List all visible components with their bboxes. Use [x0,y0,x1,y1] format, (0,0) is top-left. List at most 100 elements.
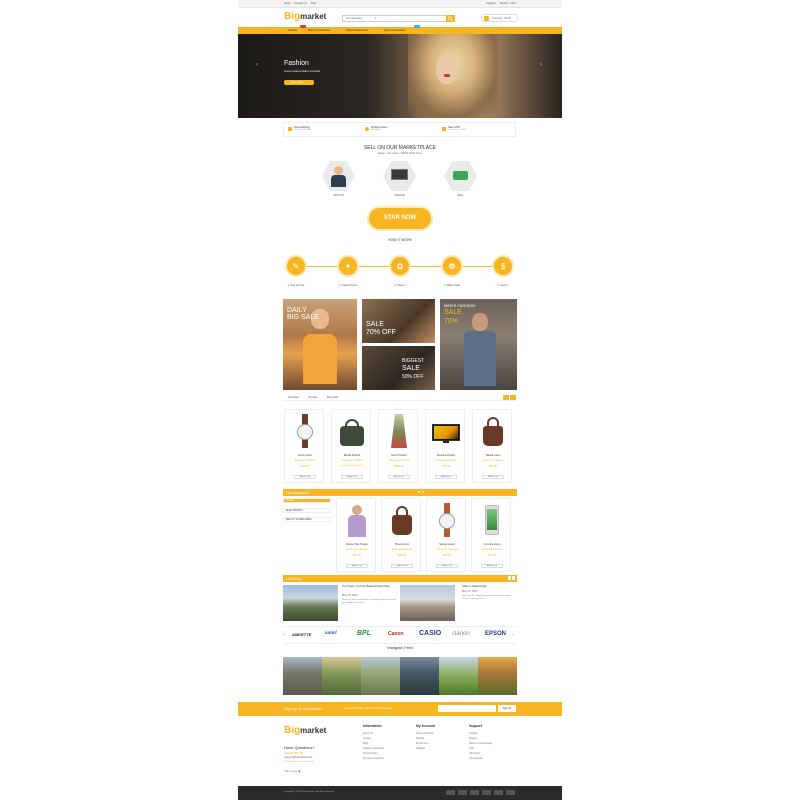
product-card[interactable]: Demo Product ★★★★★ 1 Review $100.00 Add … [378,409,418,483]
footer-link[interactable]: Help [469,747,474,750]
product-card[interactable]: Tilltoed Lorum ★★★★★ 1 Review $90.00 Add… [472,409,512,483]
add-to-cart-button[interactable]: Add to Cart [294,475,316,479]
brand-logo[interactable]: Canon [388,631,404,637]
prev-tab-button[interactable] [503,395,509,400]
add-to-cart-button[interactable]: Add to Cart [481,564,503,568]
footer-link[interactable]: Privacy [469,737,477,740]
daily-sale-banner[interactable]: DAILY BIG SALE [283,299,357,390]
news-prev-button[interactable] [508,576,511,580]
product-card[interactable]: Lorem Ipsum ★★★★★ 1 Review $100.00 Add t… [284,409,324,483]
currency-select[interactable]: USD [510,2,515,5]
footer-link[interactable]: International [469,757,482,760]
instagram-image[interactable] [361,657,400,695]
add-to-cart-button[interactable]: Add to Cart [341,475,363,479]
footer-link[interactable]: Track your Order [416,732,434,735]
language-select[interactable]: English [500,2,509,5]
footer-link[interactable]: Gift Cards [469,752,480,755]
category-fashion[interactable]: Fashion [283,498,331,503]
brand-logo[interactable]: BPL [357,630,371,637]
next-tab-button[interactable] [510,395,516,400]
instagram-image[interactable] [478,657,517,695]
add-to-cart-button[interactable]: Add to Cart [388,475,410,479]
footer-link[interactable]: About Us [363,732,373,735]
product-name[interactable]: Entere Trian Hoodie [337,543,377,546]
product-name[interactable]: Lorem Ipsum [285,454,325,457]
nav-fashion[interactable]: Fashion [288,29,297,32]
product-name[interactable]: Cucunbe Lorum [472,543,512,546]
pinterest-icon[interactable]: p [296,769,298,773]
product-name[interactable]: Demo Product [379,454,419,457]
footer-link[interactable]: Affiliates [416,747,425,750]
hero-shop-button[interactable]: Shop Now [284,80,314,85]
footer-link[interactable]: My Account [416,742,428,745]
footer-link[interactable]: Returns & Exchanges [469,742,492,745]
product-card[interactable]: Bundle Product ★★★★★ 1 Review From $80.0… [331,409,371,483]
contact-link[interactable]: Contact Us [294,2,307,5]
brand-logo[interactable]: CASIO [419,630,441,637]
search-button[interactable] [446,15,455,22]
shoes-sale-banner[interactable]: SALE 70% OFF [362,299,435,343]
category-product-card[interactable]: Cucunbe Lorum ★★★★★ 0 Review $15.00 Add … [471,498,511,572]
nav-sports[interactable]: Sports & Outdoors [384,29,405,32]
instagram-image[interactable] [400,657,439,695]
newsletter-email-input[interactable] [438,705,496,712]
instagram-image[interactable] [322,657,361,695]
register-link[interactable]: Register [486,2,496,5]
brand-logo[interactable]: AMKETTE [292,632,311,637]
next-arrow-icon[interactable]: › [540,62,542,68]
footer-logo[interactable]: Bigmarket [284,725,326,736]
cart-button[interactable]: 0 item(s) - $0.00 [481,14,518,22]
biggest-sale-banner[interactable]: BIGGEST SALE 50% OFF [362,346,435,390]
instagram-image[interactable] [283,657,322,695]
brand-logo[interactable]: EPSON [485,631,506,637]
prev-arrow-icon[interactable]: ‹ [256,62,258,68]
product-name[interactable]: Samuel Lorum [427,543,467,546]
news-next-button[interactable] [512,576,515,580]
rss-icon[interactable]: ◉ [298,769,301,773]
brands-next-icon[interactable]: › [512,632,514,638]
footer-link[interactable]: Terms & Conditions [363,757,384,760]
search-category[interactable]: All Categories [346,17,362,20]
footer-link[interactable]: Wishlist [416,737,424,740]
tab-top-rated[interactable]: Top Rated [288,396,299,399]
category-beauty[interactable]: BEAUTY & PERFUMES [283,517,331,522]
brands-prev-icon[interactable]: ‹ [283,632,285,638]
nav-beauty[interactable]: Beauty & Perfumes [308,29,330,32]
instagram-image[interactable] [439,657,478,695]
footer-link[interactable]: Blog [363,742,368,745]
product-name[interactable]: Grouped Product [426,454,466,457]
product-name[interactable]: Bundle Product [332,454,372,457]
footer-link[interactable]: Contact [363,737,371,740]
tab-top-sale[interactable]: Top Sale [308,396,317,399]
news-title[interactable]: Office in Digital Angle [462,585,517,588]
logo[interactable]: Bigmarket [284,11,326,22]
news-title[interactable]: The Power of a Pure-Based Product Plan [342,585,397,588]
nav-digital[interactable]: Digital & Electronic [346,29,368,32]
add-to-cart-button[interactable]: Add to Cart [391,564,413,568]
mens-fashion-banner[interactable]: MEN'S FASHION SALE 70% [440,299,517,390]
product-name[interactable]: Tiltoed Lorum [382,543,422,546]
category-product-card[interactable]: Samuel Lorum ★★★★★ 0 Review $65.00 Add t… [426,498,466,572]
product-card[interactable]: Grouped Product ★★★★★ 0 Review $70.00 Ad… [425,409,465,483]
add-to-cart-button[interactable]: Add to Cart [435,475,457,479]
brand-logo[interactable]: clarion [452,631,470,637]
category-product-card[interactable]: Entere Trian Hoodie ★★★★★ 0 Review $32.0… [336,498,376,572]
add-to-cart-button[interactable]: Add to Cart [436,564,458,568]
about-link[interactable]: About [284,2,291,5]
search-input[interactable]: All Categories ▾ [342,15,452,22]
footer-email[interactable]: support@bigmarket.com [284,756,312,759]
product-name[interactable]: Tilltoed Lorum [473,454,513,457]
carousel-dot[interactable] [418,491,420,493]
google-plus-icon[interactable]: G+ [286,769,290,773]
tab-best-seller[interactable]: Best Seller [327,396,339,399]
carousel-dot[interactable] [422,491,424,493]
category-electronics[interactable]: ELECTRONICS [283,508,331,513]
newsletter-signup-button[interactable]: Sign Up [498,705,516,712]
news-image[interactable] [283,585,338,621]
add-to-cart-button[interactable]: Add to Cart [346,564,368,568]
footer-link[interactable]: Security [469,732,478,735]
news-image[interactable] [400,585,455,621]
hero-slider[interactable]: Fashion Lorem ipsum dolor sit amet Shop … [238,34,562,118]
brand-logo[interactable]: iantel [325,631,337,636]
start-now-button[interactable]: STAR NOW [369,208,431,229]
